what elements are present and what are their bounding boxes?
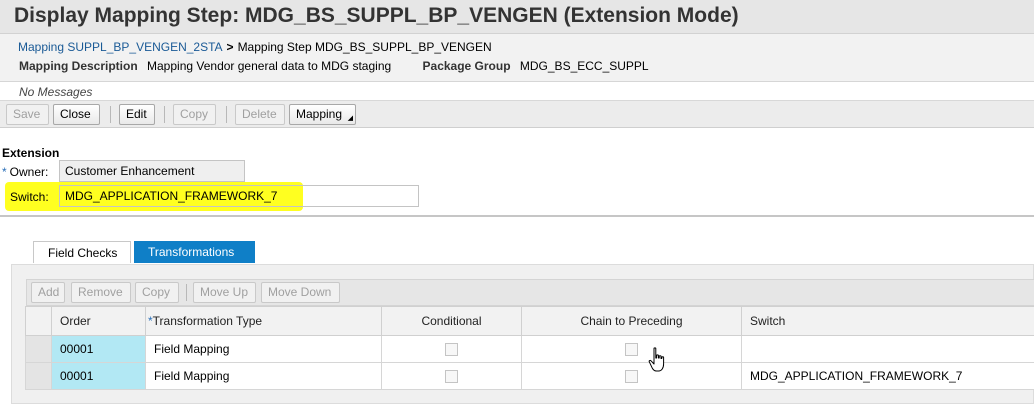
column-header-switch[interactable]: Switch [741, 306, 1034, 336]
table-header-row: Order *Transformation Type Conditional C… [25, 306, 1034, 336]
description-row: Mapping Description Mapping Vendor gener… [19, 59, 677, 73]
owner-label-text: Owner: [9, 165, 49, 179]
row-selector[interactable] [25, 362, 52, 390]
edit-button[interactable]: Edit [119, 104, 155, 125]
required-marker: * [2, 165, 7, 179]
mapping-menu-button[interactable]: Mapping ◢ [289, 104, 356, 125]
table-toolbar: Add Remove Copy Move Up Move Down [26, 279, 1034, 306]
message-bar: No Messages [0, 83, 1034, 101]
column-header-transformation-type[interactable]: *Transformation Type [145, 306, 382, 336]
delete-button[interactable]: Delete [235, 104, 285, 125]
switch-field[interactable]: MDG_APPLICATION_FRAMEWORK_7 [59, 185, 419, 207]
conditional-cell [381, 362, 522, 390]
remove-button[interactable]: Remove [71, 282, 131, 303]
header-area: Mapping SUPPL_BP_VENGEN_2STA > Mapping Ste… [0, 34, 1034, 82]
tab-field-checks[interactable]: Field Checks [33, 241, 131, 263]
order-cell[interactable]: 00001 [51, 362, 146, 390]
transformation-type-cell[interactable]: Field Mapping [145, 335, 382, 363]
owner-label: * Owner: [2, 165, 48, 179]
toolbar-separator [110, 106, 111, 123]
section-divider [0, 215, 1034, 217]
row-selector[interactable] [25, 335, 52, 363]
title-bar: Display Mapping Step: MDG_BS_SUPPL_BP_VE… [0, 0, 1034, 34]
mapping-description-value: Mapping Vendor general data to MDG stagi… [147, 59, 392, 73]
switch-cell[interactable] [741, 335, 1034, 363]
main-toolbar: Save Close Edit Copy Delete Mapping ◢ [0, 101, 1034, 128]
copy-button[interactable]: Copy [173, 104, 216, 125]
package-group-value: MDG_BS_ECC_SUPPL [519, 59, 649, 73]
hand-pointer-icon [648, 347, 665, 372]
message-text: No Messages [19, 85, 93, 99]
toolbar-separator [226, 106, 227, 123]
transformations-table: Order *Transformation Type Conditional C… [25, 306, 1034, 390]
conditional-checkbox[interactable] [445, 370, 458, 384]
extension-section-title: Extension [2, 146, 60, 160]
table-row[interactable]: 00001 Field Mapping MDG_APPLICATION_FRAM… [25, 362, 1034, 390]
switch-label: Switch: [10, 190, 49, 204]
copy-row-button[interactable]: Copy [135, 282, 179, 303]
page-title: Display Mapping Step: MDG_BS_SUPPL_BP_VE… [14, 4, 739, 27]
transformations-panel: Add Remove Copy Move Up Move Down Order … [11, 264, 1034, 404]
mapping-menu-label: Mapping [296, 107, 343, 121]
save-button[interactable]: Save [6, 104, 49, 125]
conditional-checkbox[interactable] [445, 343, 458, 357]
conditional-cell [381, 335, 522, 363]
table-row[interactable]: 00001 Field Mapping [25, 335, 1034, 363]
chain-to-preceding-checkbox[interactable] [625, 343, 638, 357]
breadcrumb-current: Mapping Step MDG_BS_SUPPL_BP_VENGEN [237, 40, 492, 54]
move-up-button[interactable]: Move Up [193, 282, 256, 303]
chain-to-preceding-checkbox[interactable] [625, 370, 638, 384]
breadcrumb: Mapping SUPPL_BP_VENGEN_2STA > Mapping Ste… [18, 40, 492, 54]
column-header-conditional[interactable]: Conditional [381, 306, 522, 336]
order-cell[interactable]: 00001 [51, 335, 146, 363]
switch-cell[interactable]: MDG_APPLICATION_FRAMEWORK_7 [741, 362, 1034, 390]
package-group-label: Package Group [422, 59, 511, 73]
mapping-description-label: Mapping Description [19, 59, 138, 73]
add-button[interactable]: Add [31, 282, 65, 303]
chain-to-preceding-cell [521, 335, 742, 363]
toolbar-separator [186, 284, 187, 301]
column-header-order[interactable]: Order [51, 306, 146, 336]
row-selector-header[interactable] [25, 306, 52, 336]
column-header-chain-to-preceding[interactable]: Chain to Preceding [521, 306, 742, 336]
tab-transformations[interactable]: Transformations [134, 241, 255, 263]
move-down-button[interactable]: Move Down [261, 282, 340, 303]
transformation-type-cell[interactable]: Field Mapping [145, 362, 382, 390]
dropdown-triangle-icon: ◢ [347, 115, 353, 122]
owner-field[interactable]: Customer Enhancement [59, 160, 245, 182]
toolbar-separator [164, 106, 165, 123]
close-button[interactable]: Close [53, 104, 100, 125]
breadcrumb-link-mapping[interactable]: Mapping SUPPL_BP_VENGEN_2STA [18, 40, 223, 54]
column-header-transformation-type-label: Transformation Type [152, 314, 263, 328]
breadcrumb-separator: > [226, 40, 234, 54]
chain-to-preceding-cell [521, 362, 742, 390]
